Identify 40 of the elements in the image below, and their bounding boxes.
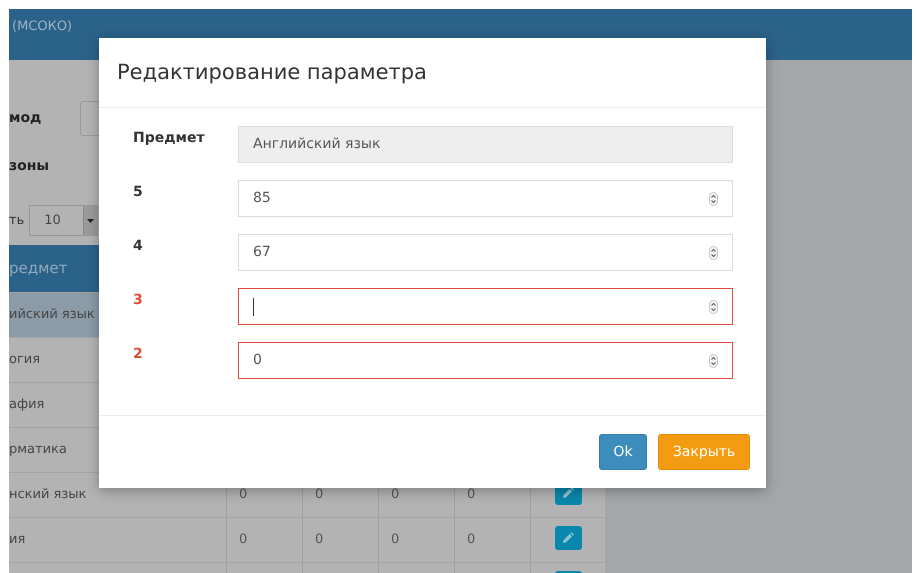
number-field[interactable]: 67 — [238, 234, 733, 271]
field-label: 2 — [132, 345, 144, 364]
spinner-icon[interactable] — [709, 192, 718, 206]
table-cell-text: 0 — [315, 486, 324, 504]
table-cell-text: 0 — [391, 531, 400, 550]
field-label: Предмет — [132, 129, 206, 148]
spinner-icon[interactable] — [709, 354, 718, 368]
subject-cell-text: афия — [9, 396, 44, 414]
filter-label: мод — [9, 109, 42, 128]
number-field[interactable] — [238, 288, 733, 325]
table-cell-text: 0 — [315, 531, 324, 550]
filter-label: зоны — [9, 156, 50, 176]
field-label: 5 — [132, 183, 144, 202]
number-field[interactable]: 85 — [238, 180, 733, 217]
pencil-icon — [562, 487, 574, 499]
table-cell-text: 0 — [391, 486, 400, 504]
page-size-select[interactable]: 10 — [29, 205, 98, 236]
table-row[interactable]: ия 0 0 0 0 — [9, 517, 605, 562]
subject-cell-text: ия — [9, 531, 26, 550]
table-cell-text: 0 — [467, 531, 476, 550]
dialog-button[interactable]: Ok — [599, 434, 647, 470]
readonly-field: Английский язык — [238, 126, 733, 163]
number-field[interactable]: 0 — [238, 342, 733, 379]
subject-cell-text: нский язык — [9, 486, 86, 504]
subject-cell-text: огия — [9, 351, 40, 370]
spinner-icon[interactable] — [709, 246, 718, 260]
table-cell-text: 0 — [239, 531, 248, 550]
modal-title: Редактирование параметра — [117, 58, 427, 86]
pencil-icon — [562, 532, 574, 544]
spinner-icon[interactable] — [709, 300, 718, 314]
column-header[interactable]: редмет — [9, 257, 68, 280]
subject-cell-text: ийский язык — [9, 306, 95, 324]
table-cell-text: 0 — [239, 486, 248, 504]
field-label: 4 — [132, 237, 144, 256]
page-size-label: ть — [9, 212, 24, 230]
caret-icon — [87, 218, 94, 222]
table-cell-text: 0 — [467, 486, 476, 504]
field-label: 3 — [132, 291, 144, 310]
subject-cell-text: рматика — [9, 441, 67, 460]
header-title: (МСОКО) — [12, 18, 72, 36]
